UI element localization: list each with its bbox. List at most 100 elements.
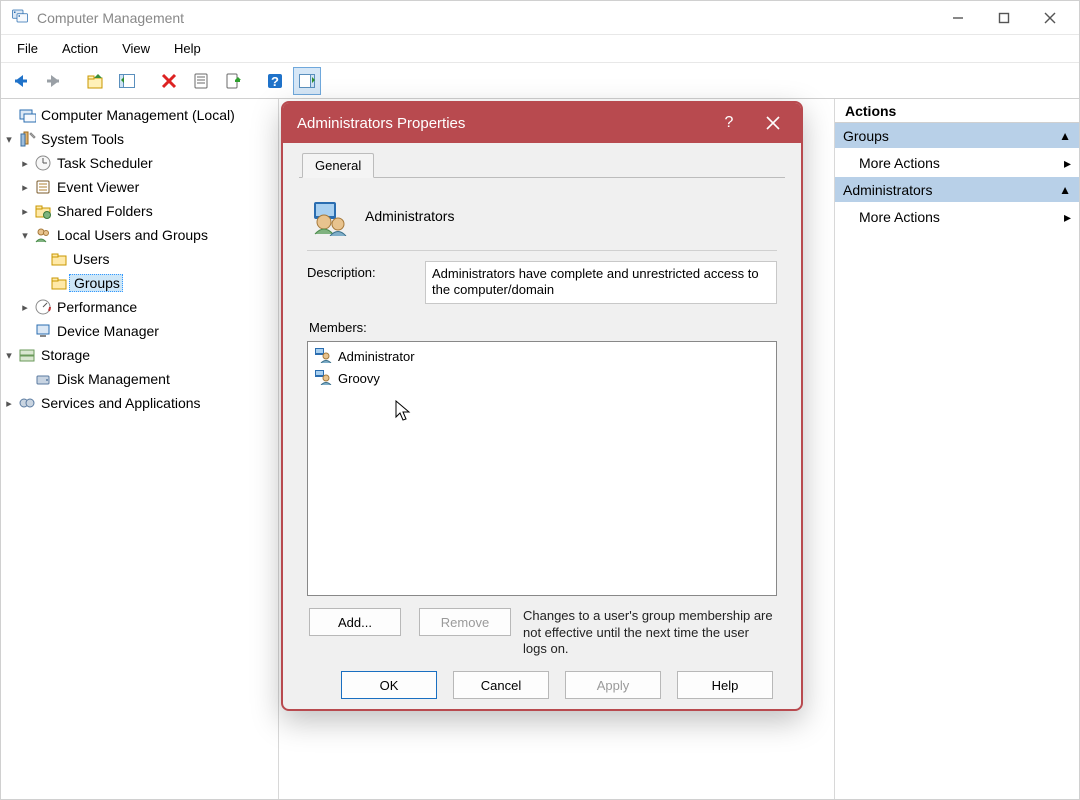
- tree-performance-label: Performance: [55, 299, 137, 315]
- tree-groups-label: Groups: [72, 275, 120, 291]
- add-button[interactable]: Add...: [309, 608, 401, 636]
- tree-groups[interactable]: Groups: [1, 271, 278, 295]
- actions-section-label: Administrators: [843, 182, 932, 198]
- actions-section-administrators[interactable]: Administrators ▲: [835, 177, 1079, 203]
- actions-section-groups[interactable]: Groups ▲: [835, 123, 1079, 149]
- tree-local-users-groups-label: Local Users and Groups: [55, 227, 208, 243]
- window-title: Computer Management: [37, 10, 184, 26]
- dialog-titlebar: Administrators Properties ?: [283, 103, 801, 143]
- services-icon: [17, 394, 37, 412]
- actions-section-label: Groups: [843, 128, 889, 144]
- tree-device-manager[interactable]: Device Manager: [1, 319, 278, 343]
- tree-pane: Computer Management (Local) ▾ System Too…: [1, 99, 279, 799]
- close-button[interactable]: [1027, 1, 1073, 35]
- tree-storage[interactable]: ▾ Storage: [1, 343, 278, 367]
- toolbar-up-button[interactable]: [81, 67, 109, 95]
- help-button[interactable]: Help: [677, 671, 773, 699]
- actions-header: Actions: [835, 99, 1079, 123]
- chevron-right-icon[interactable]: ▸: [17, 157, 33, 170]
- shared-folders-icon: [33, 202, 53, 220]
- tree-disk-management[interactable]: Disk Management: [1, 367, 278, 391]
- tree-performance[interactable]: ▸ Performance: [1, 295, 278, 319]
- tools-icon: [17, 130, 37, 148]
- toolbar-back-button[interactable]: [7, 67, 35, 95]
- chevron-right-icon: ▸: [1064, 155, 1071, 172]
- tree-shared-folders[interactable]: ▸ Shared Folders: [1, 199, 278, 223]
- actions-item-more-admins[interactable]: More Actions ▸: [835, 203, 1079, 231]
- actions-item-label: More Actions: [859, 155, 940, 171]
- tree-disk-management-label: Disk Management: [55, 371, 170, 387]
- membership-note: Changes to a user's group membership are…: [523, 608, 775, 657]
- description-label: Description:: [307, 261, 411, 280]
- computer-management-icon: [17, 106, 37, 124]
- group-icon: [311, 196, 351, 236]
- chevron-right-icon[interactable]: ▸: [17, 205, 33, 218]
- collapse-icon: ▲: [1059, 129, 1071, 143]
- chevron-down-icon[interactable]: ▾: [1, 349, 17, 362]
- toolbar-actions-pane-button[interactable]: [293, 67, 321, 95]
- storage-icon: [17, 346, 37, 364]
- tree-root-label: Computer Management (Local): [39, 107, 235, 123]
- properties-dialog: Administrators Properties ? General: [281, 101, 803, 711]
- list-item[interactable]: Groovy: [312, 368, 772, 390]
- chevron-right-icon[interactable]: ▸: [17, 181, 33, 194]
- menu-view[interactable]: View: [112, 38, 160, 59]
- members-label: Members:: [309, 320, 777, 335]
- actions-pane: Actions Groups ▲ More Actions ▸ Administ…: [835, 99, 1079, 799]
- tree-local-users-groups[interactable]: ▾ Local Users and Groups: [1, 223, 278, 247]
- tree-event-viewer[interactable]: ▸ Event Viewer: [1, 175, 278, 199]
- tree-event-viewer-label: Event Viewer: [55, 179, 139, 195]
- toolbar-export-button[interactable]: [219, 67, 247, 95]
- device-manager-icon: [33, 322, 53, 340]
- apply-button[interactable]: Apply: [565, 671, 661, 699]
- svg-text:?: ?: [271, 74, 279, 89]
- app-icon: [11, 7, 29, 28]
- tree-services-apps-label: Services and Applications: [39, 395, 201, 411]
- tree-services-apps[interactable]: ▸ Services and Applications: [1, 391, 278, 415]
- toolbar-delete-button[interactable]: [155, 67, 183, 95]
- user-icon: [314, 347, 332, 366]
- chevron-down-icon[interactable]: ▾: [17, 229, 33, 242]
- menu-action[interactable]: Action: [52, 38, 108, 59]
- toolbar-help-button[interactable]: ?: [261, 67, 289, 95]
- tree-storage-label: Storage: [39, 347, 90, 363]
- chevron-right-icon[interactable]: ▸: [17, 301, 33, 314]
- maximize-button[interactable]: [981, 1, 1027, 35]
- event-viewer-icon: [33, 178, 53, 196]
- list-item[interactable]: Administrator: [312, 346, 772, 368]
- cancel-button[interactable]: Cancel: [453, 671, 549, 699]
- tree-task-scheduler-label: Task Scheduler: [55, 155, 153, 171]
- chevron-right-icon[interactable]: ▸: [1, 397, 17, 410]
- window-titlebar: Computer Management: [1, 1, 1079, 35]
- tab-general[interactable]: General: [302, 153, 374, 178]
- dialog-close-button[interactable]: [751, 104, 795, 142]
- toolbar-forward-button[interactable]: [39, 67, 67, 95]
- actions-item-more-groups[interactable]: More Actions ▸: [835, 149, 1079, 177]
- dialog-title: Administrators Properties: [297, 115, 465, 132]
- toolbar-show-hide-console-button[interactable]: [113, 67, 141, 95]
- tree-system-tools-label: System Tools: [39, 131, 124, 147]
- menu-help[interactable]: Help: [164, 38, 211, 59]
- chevron-right-icon: ▸: [1064, 209, 1071, 226]
- chevron-down-icon[interactable]: ▾: [1, 133, 17, 146]
- actions-item-label: More Actions: [859, 209, 940, 225]
- group-name-label: Administrators: [365, 208, 454, 224]
- tree-users-label: Users: [71, 251, 110, 267]
- tree-shared-folders-label: Shared Folders: [55, 203, 153, 219]
- tree-task-scheduler[interactable]: ▸ Task Scheduler: [1, 151, 278, 175]
- folder-icon: [49, 274, 69, 292]
- tree-users[interactable]: Users: [1, 247, 278, 271]
- dialog-help-button[interactable]: ?: [707, 104, 751, 142]
- remove-button[interactable]: Remove: [419, 608, 511, 636]
- menubar: File Action View Help: [1, 35, 1079, 63]
- members-list[interactable]: Administrator Groovy: [307, 341, 777, 597]
- performance-icon: [33, 298, 53, 316]
- description-field[interactable]: Administrators have complete and unrestr…: [425, 261, 777, 304]
- disk-icon: [33, 370, 53, 388]
- minimize-button[interactable]: [935, 1, 981, 35]
- tree-system-tools[interactable]: ▾ System Tools: [1, 127, 278, 151]
- toolbar-properties-button[interactable]: [187, 67, 215, 95]
- tree-root[interactable]: Computer Management (Local): [1, 103, 278, 127]
- ok-button[interactable]: OK: [341, 671, 437, 699]
- menu-file[interactable]: File: [7, 38, 48, 59]
